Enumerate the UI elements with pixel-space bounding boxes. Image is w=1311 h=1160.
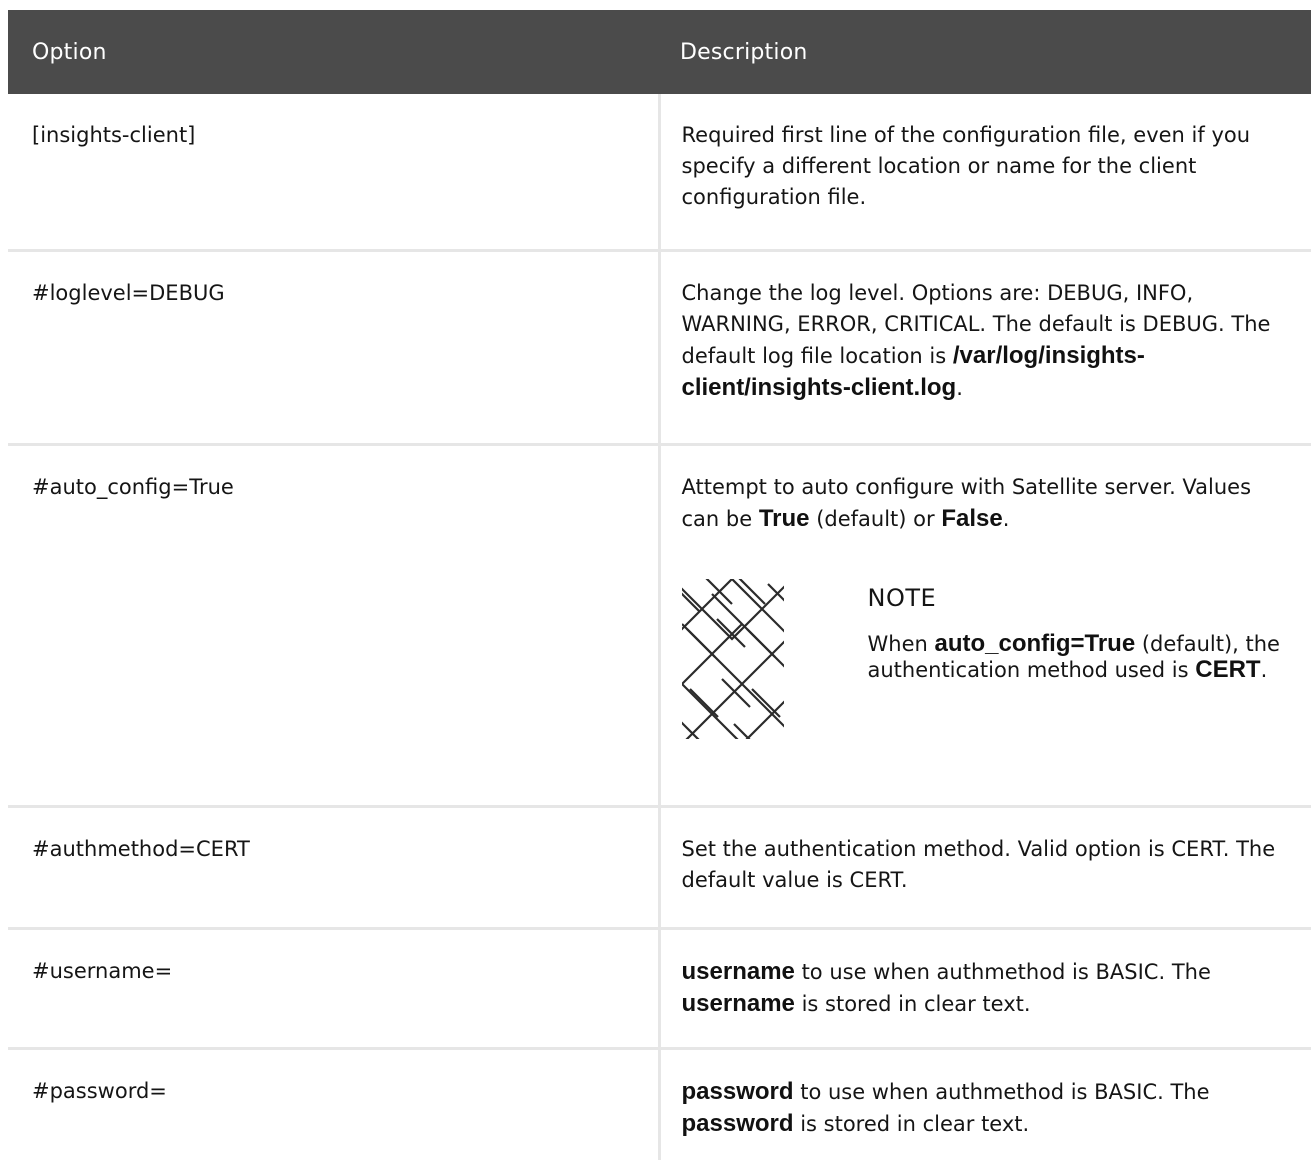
table-row: #loglevel=DEBUG Change the log level. Op… [8,250,1311,446]
option-cell: #username= [8,928,661,1050]
description-text: (default) or [809,506,942,531]
option-cell: #loglevel=DEBUG [8,250,661,446]
note-pattern-icon [681,578,784,739]
description-paragraph: Attempt to auto configure with Satellite… [682,472,1296,535]
note-body: NOTE When auto_config=True (default), th… [868,579,1296,739]
option-cell: #authmethod=CERT [8,806,661,930]
description-cell: Required first line of the configuration… [659,94,1311,252]
description-text: . [1002,506,1010,531]
note-text: When auto_config=True (default), the aut… [867,629,1296,683]
description-text: to use when authmethod is BASIC. The [793,1079,1210,1104]
header-option: Option [32,39,107,65]
options-table: Option Description [insights-client] Req… [8,10,1311,1160]
username-term: username [681,957,795,985]
password-term: password [681,1109,794,1137]
username-term: username [681,989,795,1017]
table-header: Option Description [8,10,1311,94]
description-cell: password to use when authmethod is BASIC… [659,1048,1311,1160]
description-text: to use when authmethod is BASIC. The [794,959,1211,984]
table-row: #password= password to use when authmeth… [8,1048,1311,1160]
option-cell: #auto_config=True [8,444,661,808]
note-text-part: . [1260,657,1268,682]
table-row: #auto_config=True Attempt to auto config… [8,444,1311,808]
option-cell: #password= [8,1048,661,1160]
table-row: #username= username to use when authmeth… [8,928,1311,1050]
description-cell: username to use when authmethod is BASIC… [659,928,1311,1050]
description-text: is stored in clear text. [794,991,1031,1016]
value-false: False [941,504,1003,532]
note-title: NOTE [867,583,937,612]
description-cell: Change the log level. Options are: DEBUG… [659,250,1311,446]
options-table-container: Option Description [insights-client] Req… [8,10,1311,1160]
description-cell: Set the authentication method. Valid opt… [659,806,1311,930]
auto-config-value: auto_config=True [934,629,1136,657]
option-cell: [insights-client] [8,94,661,252]
note-text-part: When [867,631,935,656]
note-admonition: NOTE When auto_config=True (default), th… [681,578,1296,739]
header-description: Description [680,39,808,65]
value-true: True [758,504,810,532]
cert-value: CERT [1195,655,1261,683]
description-cell: Attempt to auto configure with Satellite… [659,444,1311,808]
header-row: Option Description [8,10,1311,94]
password-term: password [681,1077,794,1105]
description-text: . [956,375,963,400]
table-row: #authmethod=CERT Set the authentication … [8,806,1311,930]
table-row: [insights-client] Required first line of… [8,94,1311,252]
description-text: is stored in clear text. [793,1111,1030,1136]
